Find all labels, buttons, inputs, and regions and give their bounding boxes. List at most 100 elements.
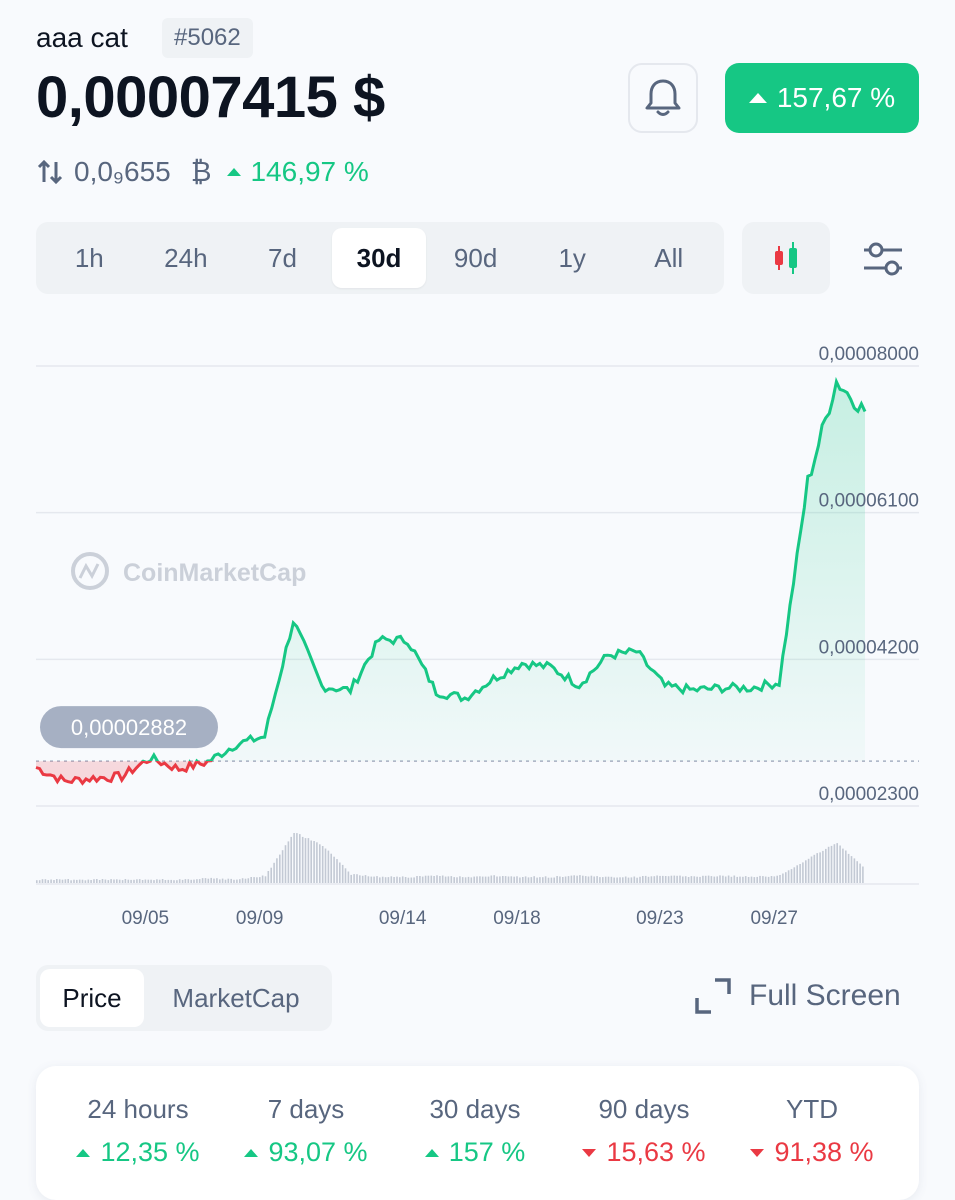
volume-bar xyxy=(853,858,856,883)
volume-bar xyxy=(421,876,424,883)
volume-bar xyxy=(444,876,447,883)
volume-bar xyxy=(130,879,132,883)
volume-bar xyxy=(856,861,858,883)
volume-bar xyxy=(499,876,501,883)
tab-24h[interactable]: 24h xyxy=(139,228,234,288)
volume-bar xyxy=(287,841,290,883)
volume-bar xyxy=(770,876,773,883)
volume-bar xyxy=(333,856,335,883)
volume-bar xyxy=(587,876,590,883)
volume-bar xyxy=(221,878,224,883)
volume-bar xyxy=(739,876,741,883)
volume-bar xyxy=(479,876,481,883)
volume-bar xyxy=(124,879,127,883)
volume-bar xyxy=(859,863,861,883)
sliders-icon xyxy=(864,242,902,276)
tab-marketcap[interactable]: MarketCap xyxy=(144,969,328,1027)
volume-bar xyxy=(161,879,164,883)
volume-bar xyxy=(562,877,564,883)
volume-bar xyxy=(467,876,470,883)
volume-bar xyxy=(213,878,215,883)
volume-bar xyxy=(341,864,344,883)
volume-bar xyxy=(173,880,175,883)
volume-bar xyxy=(542,877,544,883)
price-chart[interactable]: CoinMarketCap 0,00002882 0,00008000 0,000… xyxy=(0,330,955,940)
volume-bar xyxy=(607,876,610,883)
y-tick-label: 0,00008000 xyxy=(819,344,919,365)
volume-bar xyxy=(310,840,312,883)
volume-bar xyxy=(845,850,847,883)
price-change-badge: 157,67 % xyxy=(725,63,919,133)
volume-bar xyxy=(304,838,307,883)
stat-30d: 30 days 157 % xyxy=(387,1094,563,1168)
volume-bar xyxy=(567,876,570,883)
tab-90d[interactable]: 90d xyxy=(428,228,523,288)
volume-bar xyxy=(370,876,373,883)
volume-bar xyxy=(216,878,218,883)
volume-bar xyxy=(170,879,172,883)
candlestick-toggle-button[interactable] xyxy=(742,222,830,294)
volume-bar xyxy=(773,876,776,883)
fullscreen-button[interactable]: Full Screen xyxy=(695,978,901,1014)
volume-bar xyxy=(101,879,104,883)
tab-all[interactable]: All xyxy=(621,228,716,288)
volume-bar xyxy=(713,876,716,883)
price-change-value: 157,67 % xyxy=(776,82,896,113)
volume-bar xyxy=(510,876,513,883)
tab-7d[interactable]: 7d xyxy=(235,228,330,288)
volume-bar xyxy=(224,879,227,883)
volume-bar xyxy=(373,876,375,883)
volume-bar xyxy=(410,877,413,883)
volume-bar xyxy=(744,876,747,883)
btc-price: 0,0₉655 xyxy=(74,156,171,187)
volume-bar xyxy=(236,879,238,883)
x-tick-label: 09/09 xyxy=(236,908,284,929)
volume-bar xyxy=(196,879,198,883)
chart-settings-button[interactable] xyxy=(858,234,908,284)
volume-bar xyxy=(187,879,190,883)
volume-bar xyxy=(507,876,510,883)
volume-bar xyxy=(633,876,636,883)
volume-bar xyxy=(687,877,690,883)
volume-bar xyxy=(361,875,364,883)
volume-bar xyxy=(276,858,278,883)
tab-1h[interactable]: 1h xyxy=(42,228,137,288)
volume-bar xyxy=(724,876,727,883)
volume-bar xyxy=(164,880,167,883)
volume-bar xyxy=(722,875,724,883)
volume-bar xyxy=(576,875,578,883)
volume-bar xyxy=(613,877,615,883)
btc-price-row: 0,0₉655 ₿ 146,97 % xyxy=(36,152,369,192)
fullscreen-icon xyxy=(695,978,731,1014)
volume-bar xyxy=(259,877,261,883)
tab-price[interactable]: Price xyxy=(40,969,144,1027)
volume-bar xyxy=(93,879,95,883)
volume-bar xyxy=(430,875,433,883)
volume-bar xyxy=(596,876,598,883)
volume-bar xyxy=(316,842,318,883)
tab-30d[interactable]: 30d xyxy=(331,228,427,288)
volume-bar xyxy=(647,876,650,883)
volume-bar xyxy=(807,858,810,883)
volume-bar xyxy=(716,876,718,883)
price-alert-button[interactable] xyxy=(628,63,698,133)
volume-bar xyxy=(710,876,713,883)
volume-bar xyxy=(533,876,535,883)
tab-1y[interactable]: 1y xyxy=(525,228,620,288)
volume-bar xyxy=(270,867,272,883)
volume-bar xyxy=(493,875,495,883)
volume-bar xyxy=(662,875,664,883)
volume-bar xyxy=(78,879,81,883)
volume-bar xyxy=(41,879,44,883)
volume-bar xyxy=(267,871,270,883)
stat-90d: 90 days 15,63 % xyxy=(556,1094,732,1168)
volume-bar xyxy=(138,879,141,883)
volume-bar xyxy=(250,877,252,883)
volume-bar xyxy=(301,836,304,883)
volume-bar xyxy=(862,866,864,883)
volume-bar xyxy=(536,877,538,883)
volume-bar xyxy=(636,877,638,883)
stat-ytd: YTD 91,38 % xyxy=(724,1094,900,1168)
volume-bar xyxy=(796,865,798,883)
volume-bar xyxy=(118,879,121,883)
